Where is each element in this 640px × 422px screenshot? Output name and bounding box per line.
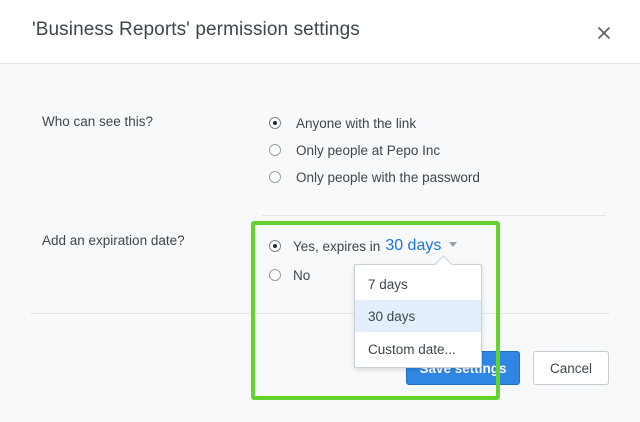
chevron-down-icon[interactable] — [449, 242, 458, 248]
radio-button[interactable] — [269, 269, 281, 281]
radio-label: Anyone with the link — [296, 115, 417, 131]
section-divider — [262, 215, 606, 216]
radio-button[interactable] — [269, 171, 281, 183]
cancel-button[interactable]: Cancel — [533, 351, 609, 385]
menu-item-custom-date[interactable]: Custom date... — [355, 333, 481, 365]
expiry-duration-menu: 7 days 30 days Custom date... — [354, 255, 482, 368]
radio-button[interactable] — [269, 144, 281, 156]
radio-label: Only people at Pepo Inc — [296, 142, 441, 158]
radio-label: Yes, expires in — [293, 238, 381, 254]
dialog-header: 'Business Reports' permission settings — [0, 0, 640, 64]
expiry-duration-value: 30 days — [385, 237, 442, 254]
expiration-label: Add an expiration date? — [42, 233, 185, 248]
radio-only-password[interactable]: Only people with the password — [269, 167, 480, 187]
menu-item-30-days[interactable]: 30 days — [355, 300, 481, 332]
close-icon[interactable] — [595, 24, 613, 42]
footer-divider — [30, 313, 610, 314]
expiry-duration-dropdown[interactable]: 30 days — [385, 237, 458, 255]
radio-button-checked[interactable] — [269, 117, 281, 129]
permission-settings-dialog: 'Business Reports' permission settings W… — [0, 0, 640, 422]
radio-button-checked[interactable] — [269, 240, 281, 252]
radio-only-company[interactable]: Only people at Pepo Inc — [269, 140, 440, 160]
radio-expires-no[interactable]: No — [269, 265, 310, 285]
radio-expires-yes[interactable]: Yes, expires in 30 days — [269, 236, 458, 256]
radio-label: Only people with the password — [296, 169, 480, 185]
visibility-label: Who can see this? — [42, 114, 154, 129]
dialog-title: 'Business Reports' permission settings — [32, 19, 360, 40]
radio-label: No — [293, 267, 311, 283]
radio-anyone-with-link[interactable]: Anyone with the link — [269, 113, 416, 133]
menu-item-7-days[interactable]: 7 days — [355, 268, 481, 300]
